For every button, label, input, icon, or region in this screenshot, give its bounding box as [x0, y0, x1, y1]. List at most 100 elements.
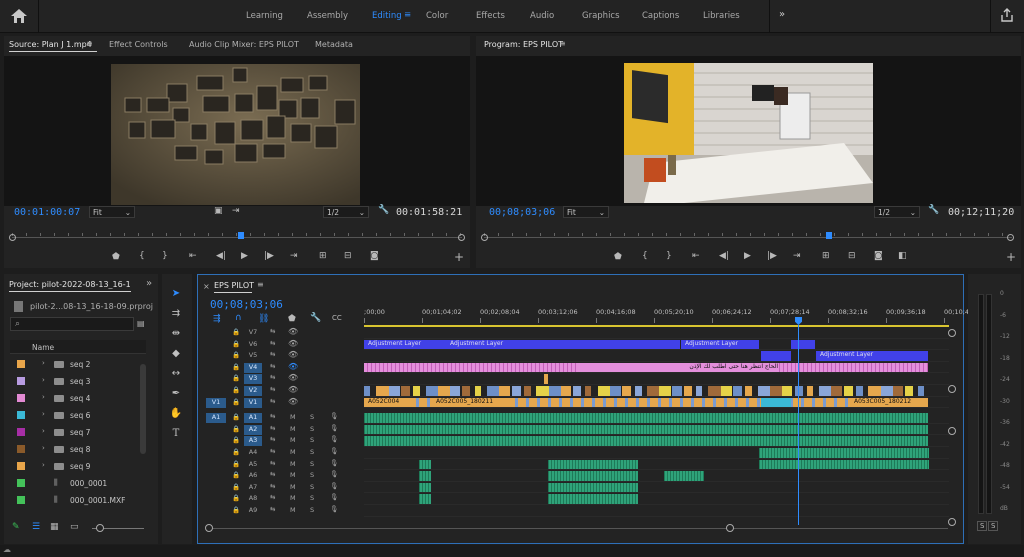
tab-metadata[interactable]: Metadata	[315, 40, 353, 49]
track-target[interactable]: V7	[244, 328, 262, 338]
audio-clip[interactable]	[759, 448, 929, 458]
workspace-assembly[interactable]: Assembly	[307, 11, 348, 21]
workspace-graphics[interactable]: Graphics	[582, 11, 620, 21]
tab-audio-clip-mixer[interactable]: Audio Clip Mixer: EPS PILOT	[189, 40, 299, 49]
track-target[interactable]: A7	[244, 483, 262, 493]
play-icon[interactable]: ▶	[744, 251, 751, 261]
source-fit-dropdown[interactable]: Fit ⌄	[89, 206, 135, 218]
source-resolution-dropdown[interactable]: 1/2 ⌄	[323, 206, 369, 218]
sync-lock-icon[interactable]: ⇆	[270, 362, 275, 370]
pencil-icon[interactable]: ✎	[12, 522, 20, 532]
ripple-edit-tool-icon[interactable]: ⇹	[169, 328, 183, 342]
video-clip[interactable]	[819, 386, 833, 396]
track-target[interactable]: V2	[244, 386, 262, 396]
snap-nest-icon[interactable]: ⇶	[213, 314, 221, 324]
lock-icon[interactable]: 🔒	[232, 494, 240, 502]
video-clip[interactable]	[548, 386, 561, 396]
video-clip[interactable]	[388, 386, 400, 396]
source-patch-a1[interactable]: A1	[206, 413, 226, 424]
track-target[interactable]: A5	[244, 460, 262, 470]
v-scroll-bottom-handle[interactable]	[948, 385, 956, 393]
audio-clip[interactable]	[548, 459, 638, 470]
mute-button[interactable]: M	[290, 494, 296, 502]
solo-button[interactable]: S	[310, 506, 314, 514]
overwrite-icon[interactable]: ⊟	[344, 251, 352, 261]
adjustment-layer-clip[interactable]	[761, 351, 791, 361]
expand-chevron-icon[interactable]: ›	[42, 359, 45, 367]
compare-icon[interactable]: ◧	[898, 251, 907, 261]
time-ruler[interactable]: ;00;00 00;01;04;02 00;02;08;04 00;03;12;06 0…	[364, 305, 975, 327]
panel-menu-icon[interactable]: ≡	[86, 39, 93, 48]
slip-tool-icon[interactable]: ↔	[169, 368, 183, 382]
go-to-in-icon[interactable]: ⇤	[692, 251, 700, 261]
go-to-out-icon[interactable]: ⇥	[793, 251, 801, 261]
workspace-editing[interactable]: Editing	[372, 11, 402, 21]
solo-button[interactable]: S	[310, 471, 314, 479]
a-scroll-top-handle[interactable]	[948, 427, 956, 435]
video-clip[interactable]	[364, 386, 370, 396]
expand-chevron-icon[interactable]: ›	[42, 376, 45, 384]
video-clip[interactable]	[585, 386, 592, 396]
tab-sequence[interactable]: EPS PILOT	[214, 281, 254, 290]
video-clip[interactable]	[769, 386, 782, 396]
expand-chevron-icon[interactable]: ›	[42, 410, 45, 418]
track-target[interactable]: V5	[244, 351, 262, 361]
solo-button[interactable]: S	[310, 494, 314, 502]
sync-lock-icon[interactable]: ⇆	[270, 435, 275, 443]
audio-clip[interactable]	[419, 494, 431, 504]
video-clip[interactable]	[917, 386, 924, 396]
lock-icon[interactable]: 🔒	[232, 425, 240, 433]
mark-in-icon[interactable]: {	[139, 251, 145, 261]
panel-menu-icon[interactable]: ≡	[257, 280, 264, 289]
video-clip[interactable]	[905, 386, 914, 396]
video-clip[interactable]	[696, 386, 703, 396]
timeline-timecode[interactable]: 00;08;03;06	[210, 298, 283, 311]
lock-icon[interactable]: 🔒	[232, 328, 240, 336]
video-clip[interactable]	[720, 386, 732, 396]
color-label-swatch[interactable]	[17, 479, 25, 487]
adjustment-layer-clip[interactable]: Adjustment Layer	[446, 339, 680, 350]
sync-lock-icon[interactable]: ⇆	[270, 327, 275, 335]
workspace-libraries[interactable]: Libraries	[703, 11, 740, 21]
mic-icon[interactable]: 🎙	[330, 505, 338, 513]
video-clip[interactable]	[671, 386, 682, 396]
settings-wrench-icon[interactable]: 🔧	[310, 313, 321, 323]
sync-lock-icon[interactable]: ⇆	[270, 482, 275, 490]
project-column-header[interactable]: Name	[10, 340, 146, 354]
selection-tool-icon[interactable]: ➤	[169, 288, 183, 302]
camera-icon[interactable]: ◙	[874, 251, 883, 261]
mute-button[interactable]: M	[290, 471, 296, 479]
list-item[interactable]: › seq 6	[14, 407, 144, 423]
eye-icon[interactable]: 👁	[288, 385, 298, 394]
playhead-line[interactable]	[798, 325, 799, 525]
lock-icon[interactable]: 🔒	[232, 340, 240, 348]
snap-icon[interactable]: ∩	[235, 313, 242, 323]
program-fit-dropdown[interactable]: Fit ⌄	[563, 206, 609, 218]
expand-chevron-icon[interactable]: ›	[42, 461, 45, 469]
list-item[interactable]: › seq 2	[14, 356, 144, 372]
mic-icon[interactable]: 🎙	[330, 424, 338, 432]
track-target[interactable]: A2	[244, 424, 262, 435]
expand-chevron-icon[interactable]: ›	[42, 393, 45, 401]
pen-tool-icon[interactable]: ✒	[169, 388, 183, 402]
solo-button[interactable]: S	[310, 425, 314, 433]
video-clip[interactable]: A052C005_180211	[432, 397, 514, 408]
eye-icon[interactable]: 👁	[288, 339, 298, 348]
lock-icon[interactable]: 🔒	[232, 448, 240, 456]
audio-clip[interactable]	[364, 424, 928, 435]
video-clip[interactable]	[745, 386, 753, 396]
tab-project[interactable]: Project: pilot-2022-08-13_16-18-0	[9, 280, 131, 289]
workspace-audio[interactable]: Audio	[530, 11, 554, 21]
track-target[interactable]: A8	[244, 494, 262, 504]
solo-right-button[interactable]: S	[988, 521, 999, 531]
color-label-swatch[interactable]	[17, 360, 25, 368]
sync-lock-icon[interactable]: ⇆	[270, 447, 275, 455]
lock-icon[interactable]: 🔒	[232, 413, 240, 421]
video-clip[interactable]	[843, 386, 853, 396]
marker-icon[interactable]: ⬟	[614, 252, 622, 262]
program-resolution-dropdown[interactable]: 1/2 ⌄	[874, 206, 920, 218]
video-clip[interactable]	[634, 386, 642, 396]
list-item[interactable]: ⫼ 000_0001	[14, 475, 144, 491]
audio-clip[interactable]	[419, 471, 431, 481]
sync-lock-icon[interactable]: ⇆	[270, 493, 275, 501]
